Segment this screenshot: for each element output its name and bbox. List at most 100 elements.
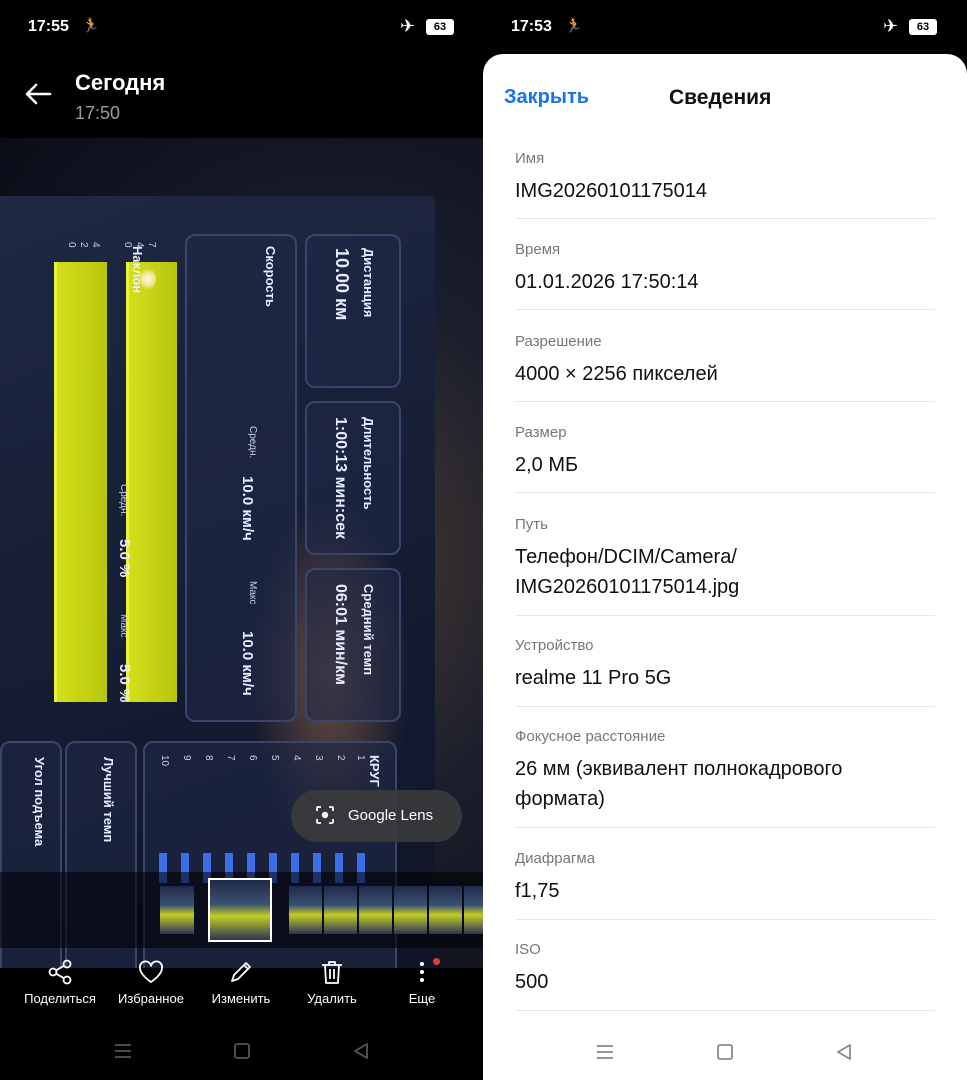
climb-angle-label: Угол подъема bbox=[32, 757, 47, 847]
airplane-mode-icon: ✈ bbox=[883, 16, 899, 36]
treadmill-dashboard-screen: Дистанция 10.00 км Длительность 1:00:13 … bbox=[0, 196, 435, 968]
incline-axis-tick: 0 bbox=[66, 242, 77, 248]
detail-row-name: Имя IMG20260101175014 bbox=[515, 150, 935, 219]
home-square-icon[interactable] bbox=[233, 1042, 251, 1060]
lap-number: 10 bbox=[159, 755, 170, 767]
thumbnail-strip[interactable] bbox=[0, 872, 483, 948]
lap-number: 7 bbox=[225, 755, 236, 761]
detail-key: Разрешение bbox=[515, 333, 602, 350]
thumbnail[interactable] bbox=[429, 886, 462, 934]
thumbnail[interactable] bbox=[324, 886, 357, 934]
detail-key: ISO bbox=[515, 941, 541, 958]
detail-key: Размер bbox=[515, 424, 567, 441]
detail-value: 01.01.2026 17:50:14 bbox=[515, 271, 699, 293]
delete-label: Удалить bbox=[307, 991, 357, 1006]
detail-row-size: Размер 2,0 МБ bbox=[515, 424, 935, 493]
recents-menu-icon[interactable] bbox=[595, 1043, 615, 1061]
google-lens-button[interactable]: Google Lens bbox=[291, 790, 462, 842]
incline-panel: Наклон Средн. 5.0 % Макс 5.0 % 4 2 0 bbox=[40, 234, 150, 718]
edit-label: Изменить bbox=[211, 991, 271, 1006]
incline-axis-tick: 2 bbox=[78, 242, 89, 248]
detail-key: Имя bbox=[515, 150, 545, 167]
speed-max-value: 10.0 км/ч bbox=[239, 631, 256, 696]
favorite-button[interactable]: Избранное bbox=[105, 958, 197, 1018]
more-button[interactable]: Еще bbox=[376, 958, 468, 1018]
detail-row-device: Устройство realme 11 Pro 5G bbox=[515, 637, 935, 707]
speed-max-label: Макс bbox=[247, 581, 258, 605]
lap-number: 8 bbox=[203, 755, 214, 761]
speed-avg-label: Средн. bbox=[247, 426, 258, 459]
delete-button[interactable]: Удалить bbox=[286, 958, 378, 1018]
details-sheet: Закрыть Сведения Имя IMG20260101175014 В… bbox=[483, 54, 967, 1080]
thumbnail-selected[interactable] bbox=[208, 878, 272, 942]
duration-label: Длительность bbox=[361, 417, 376, 510]
home-square-icon[interactable] bbox=[716, 1043, 734, 1061]
thumbnail[interactable] bbox=[394, 886, 427, 934]
share-icon bbox=[48, 959, 72, 985]
thumbnail[interactable] bbox=[289, 886, 322, 934]
detail-key: Диафрагма bbox=[515, 850, 596, 867]
incline-bar bbox=[54, 262, 107, 702]
share-label: Поделиться bbox=[24, 991, 96, 1006]
status-time: 17:53 bbox=[511, 18, 552, 35]
incline-max-value: 5.0 % bbox=[116, 664, 133, 703]
detail-key: Путь bbox=[515, 516, 548, 533]
heart-icon bbox=[139, 960, 163, 983]
incline-avg-label: Средн. bbox=[118, 484, 129, 517]
lap-number: 1 bbox=[355, 755, 366, 761]
back-triangle-icon[interactable] bbox=[835, 1043, 853, 1061]
detail-key: Фокусное расстояние bbox=[515, 728, 666, 745]
google-lens-label: Google Lens bbox=[348, 807, 434, 824]
back-triangle-icon[interactable] bbox=[352, 1042, 370, 1060]
incline-avg-value: 5.0 % bbox=[116, 539, 133, 578]
lap-number: 5 bbox=[269, 755, 280, 761]
photo-preview[interactable]: Дистанция 10.00 км Длительность 1:00:13 … bbox=[0, 138, 483, 968]
system-nav-bar bbox=[0, 1030, 483, 1080]
thumbnail[interactable] bbox=[464, 886, 483, 934]
lap-number: 4 bbox=[291, 755, 302, 761]
lap-number: 3 bbox=[313, 755, 324, 761]
detail-value: 26 мм (эквивалент полнокадрового формата… bbox=[515, 758, 843, 810]
close-button[interactable]: Закрыть bbox=[504, 86, 589, 109]
lap-number: 9 bbox=[181, 755, 192, 761]
distance-label: Дистанция bbox=[361, 248, 376, 318]
detail-row-path: Путь Телефон/DCIM/Camera/ IMG20260101175… bbox=[515, 516, 935, 616]
lap-number: 2 bbox=[335, 755, 346, 761]
battery-icon: 63 bbox=[909, 19, 937, 35]
incline-max-label: Макс bbox=[118, 614, 129, 638]
detail-row-time: Время 01.01.2026 17:50:14 bbox=[515, 241, 935, 310]
trash-icon bbox=[322, 961, 342, 984]
share-button[interactable]: Поделиться bbox=[14, 958, 106, 1018]
detail-row-iso: ISO 500 bbox=[515, 941, 935, 1011]
speed-label: Скорость bbox=[263, 246, 278, 307]
best-pace-label: Лучший темп bbox=[101, 757, 116, 843]
pace-panel: Средний темп 06:01 мин/км bbox=[305, 568, 401, 722]
thumbnail[interactable] bbox=[359, 886, 392, 934]
battery-icon: 63 bbox=[426, 19, 454, 35]
running-activity-icon: 🏃 bbox=[82, 17, 100, 33]
detail-value: 4000 × 2256 пикселей bbox=[515, 363, 718, 385]
incline-axis-tick: 4 bbox=[90, 242, 101, 248]
pace-label: Средний темп bbox=[361, 584, 376, 676]
google-lens-icon bbox=[316, 806, 334, 824]
thumbnail[interactable] bbox=[160, 886, 194, 934]
detail-value: realme 11 Pro 5G bbox=[515, 667, 672, 689]
details-screen: 17:53 🏃 ✈ 63 Закрыть Сведения Имя IMG202… bbox=[483, 0, 967, 1080]
detail-key: Время bbox=[515, 241, 561, 258]
detail-key: Устройство bbox=[515, 637, 594, 654]
speed-panel: Скорость Средн. 10.0 км/ч Макс 10.0 км/ч bbox=[185, 234, 297, 722]
page-subtitle-time: 17:50 bbox=[75, 103, 121, 123]
edit-button[interactable]: Изменить bbox=[195, 958, 287, 1018]
detail-value: IMG20260101175014 bbox=[515, 180, 708, 202]
back-arrow-icon[interactable] bbox=[22, 78, 54, 110]
speed-avg-value: 10.0 км/ч bbox=[239, 476, 256, 541]
distance-value: 10.00 км bbox=[332, 248, 352, 321]
favorite-label: Избранное bbox=[118, 991, 184, 1006]
duration-value: 1:00:13 мин:сек bbox=[332, 417, 349, 540]
airplane-mode-icon: ✈ bbox=[400, 16, 416, 36]
distance-panel: Дистанция 10.00 км bbox=[305, 234, 401, 388]
detail-value: 2,0 МБ bbox=[515, 454, 579, 476]
sheet-title: Сведения bbox=[669, 86, 772, 109]
recents-menu-icon[interactable] bbox=[113, 1042, 133, 1060]
status-time: 17:55 bbox=[28, 18, 69, 35]
